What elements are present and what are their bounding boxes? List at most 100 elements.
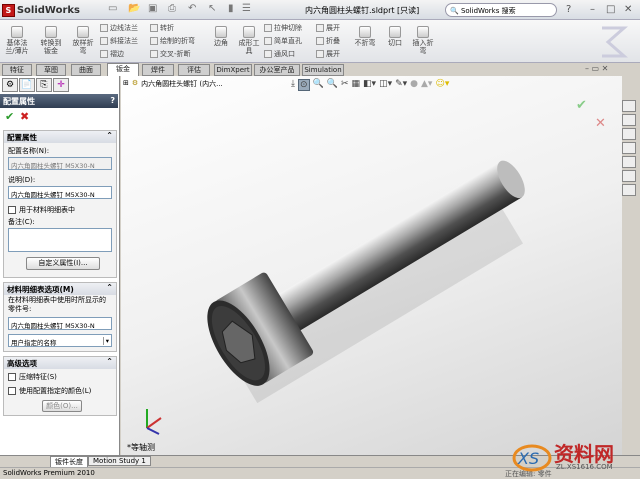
no-bends-button[interactable]: 不折弯	[352, 26, 378, 47]
graphics-area[interactable]: ⊞ ⚙ 内六角圆柱头螺钉 (内六... ⤓ ⊙ 🔍 🔍 ✂ ▦ ◧▾ ◫▾ ✎▾ ●…	[121, 76, 622, 455]
task-pane-tabs	[622, 100, 640, 200]
comment-label: 备注(C):	[8, 218, 35, 226]
miter-flange-button[interactable]: 斜接法兰	[100, 36, 138, 46]
tab-simulation[interactable]: Simulation	[302, 64, 344, 76]
insert-bends-button[interactable]: 插入折弯	[410, 26, 436, 55]
fold-button[interactable]: 折叠	[316, 36, 340, 46]
sketched-bend-button[interactable]: 绘制的折弯	[150, 36, 195, 46]
bolt-model	[207, 160, 525, 404]
help-icon[interactable]: ?	[566, 4, 571, 15]
command-manager: 基体法兰/薄片 转换到钣金 放样折弯 边线法兰 斜接法兰 褶边 转折 绘制的折弯…	[0, 20, 640, 63]
vent-button[interactable]: 通风口	[264, 49, 295, 59]
search-input[interactable]: 🔍 SolidWorks 搜索	[445, 3, 557, 17]
tab-sketch[interactable]: 草图	[36, 64, 66, 76]
rebuild-icon[interactable]: ▮	[228, 3, 234, 14]
pm-title: 配置属性	[3, 97, 35, 106]
watermark-logo: XS	[512, 444, 552, 472]
property-manager: ⚙ 📄 ⎘ ✛ 配置属性? ✔ ✖ 配置属性 ⌃ 配置名称(N): 内六角圆柱头螺…	[0, 76, 120, 455]
config-name-field[interactable]: 内六角圆柱头螺钉 M5X30-N	[8, 157, 112, 170]
close-icon[interactable]: ✕	[624, 4, 632, 15]
convert-sheetmetal-button[interactable]: 转换到钣金	[38, 26, 64, 55]
ok-check-icon[interactable]: ✔	[5, 110, 14, 123]
extruded-cut-button[interactable]: 拉伸切除	[264, 23, 302, 33]
help-icon[interactable]: ?	[110, 96, 115, 105]
config-section-header[interactable]: 配置属性 ⌃	[4, 131, 116, 143]
app-name: SolidWorks	[16, 4, 80, 16]
rip-button[interactable]: 切口	[384, 26, 406, 47]
comment-textarea[interactable]	[8, 228, 112, 252]
file-explorer-icon[interactable]	[622, 128, 636, 140]
tab-weldments[interactable]: 焊件	[142, 64, 174, 76]
new-icon[interactable]: ▭	[108, 3, 117, 14]
suppress-features-checkbox[interactable]: 压缩特征(S)	[8, 372, 57, 382]
bom-checkbox[interactable]: 用于材料明细表中	[8, 205, 75, 215]
config-name-label: 配置名称(N):	[8, 147, 50, 155]
lofted-bend-button[interactable]: 放样折弯	[70, 26, 96, 55]
tab-office-products[interactable]: 办公室产品	[254, 64, 300, 76]
save-icon[interactable]: ▣	[148, 3, 157, 14]
config-section: 配置属性 ⌃ 配置名称(N): 内六角圆柱头螺钉 M5X30-N 说明(D): 内…	[3, 130, 117, 278]
configuration-manager-tab-icon[interactable]: ⎘	[36, 78, 52, 92]
custom-properties-icon[interactable]	[622, 184, 636, 196]
cross-break-button[interactable]: 交叉-折断	[150, 49, 191, 59]
dimxpert-tab-icon[interactable]: ✛	[53, 78, 69, 92]
appearances-icon[interactable]	[622, 170, 636, 182]
flatten-button[interactable]: 展开	[316, 49, 340, 59]
tab-surfaces[interactable]: 曲面	[71, 64, 101, 76]
solidworks-logo[interactable]: S SolidWorks	[2, 2, 80, 18]
tab-evaluate[interactable]: 评估	[178, 64, 210, 76]
color-button[interactable]: 颜色(O)...	[42, 400, 82, 412]
watermark-url: ZL.XS1616.COM	[556, 463, 613, 471]
hem-button[interactable]: 褶边	[100, 49, 124, 59]
title-bar: S SolidWorks ▭ 📂 ▣ ⎙ ↶ ↖ ▮ ☰ 内六角圆柱头螺钉.sld…	[0, 0, 640, 20]
pm-header: 配置属性?	[0, 94, 118, 108]
description-field[interactable]: 内六角圆柱头螺钉 M5X30-N	[8, 186, 112, 199]
bom-part-number-field[interactable]: 内六角圆柱头螺钉 M5X30-N	[8, 317, 112, 330]
triad-axes-icon	[146, 409, 162, 435]
feature-tree-tab-icon[interactable]: ⚙	[2, 78, 18, 92]
maximize-icon[interactable]: □	[606, 4, 615, 15]
search-results-icon[interactable]	[622, 142, 636, 154]
edge-flange-button[interactable]: 边线法兰	[100, 23, 138, 33]
cancel-x-icon[interactable]: ✖	[20, 110, 29, 123]
command-tabs: 特征 草图 曲面 钣金 焊件 评估 DimXpert 办公室产品 Simulat…	[0, 63, 640, 76]
watermark: XS 资料网 ZL.XS1616.COM	[512, 438, 632, 476]
undo-icon[interactable]: ↶	[188, 3, 196, 14]
property-manager-tab-icon[interactable]: 📄	[19, 78, 35, 92]
bom-part-number-label: 在材料明细表中使用时所显示的零件号:	[8, 296, 106, 313]
advanced-section: 高级选项 ⌃ 压缩特征(S) 使用配置指定的颜色(L) 颜色(O)...	[3, 356, 117, 416]
jog-button[interactable]: 转折	[150, 23, 174, 33]
ds-logo	[602, 26, 628, 58]
design-library-icon[interactable]	[622, 114, 636, 126]
panel-tabs: ⚙ 📄 ⎘ ✛	[2, 78, 69, 92]
view-orientation-label: *等轴测	[127, 443, 155, 452]
corners-button[interactable]: 边角	[210, 26, 232, 47]
custom-properties-button[interactable]: 自定义属性(I)...	[26, 257, 100, 270]
unfold-button[interactable]: 展开	[316, 23, 340, 33]
tab-features[interactable]: 特征	[2, 64, 32, 76]
tab-dimxpert[interactable]: DimXpert	[214, 64, 252, 76]
tab-motion-study[interactable]: Motion Study 1	[88, 456, 151, 466]
description-label: 说明(D):	[8, 176, 36, 184]
svg-text:XS: XS	[517, 449, 539, 468]
minimize-icon[interactable]: –	[590, 4, 595, 15]
select-icon[interactable]: ↖	[208, 3, 216, 14]
bom-section-header[interactable]: 材料明细表选项(M) ⌃	[4, 283, 116, 295]
base-flange-button[interactable]: 基体法兰/薄片	[4, 26, 30, 55]
options-icon[interactable]: ☰	[242, 3, 251, 14]
doc-window-controls[interactable]: – ▭ ✕	[585, 64, 608, 73]
advanced-section-header[interactable]: 高级选项 ⌃	[4, 357, 116, 369]
bom-name-dropdown[interactable]: 用户指定的名称 ▾	[8, 334, 112, 347]
view-palette-icon[interactable]	[622, 156, 636, 168]
tab-sheetmetal[interactable]: 钣金	[107, 63, 139, 76]
search-placeholder: SolidWorks 搜索	[460, 7, 516, 15]
bom-section: 材料明细表选项(M) ⌃ 在材料明细表中使用时所显示的零件号: 内六角圆柱头螺钉 …	[3, 282, 117, 352]
forming-tool-button[interactable]: 成形工具	[236, 26, 262, 55]
open-icon[interactable]: 📂	[128, 3, 140, 14]
simple-hole-button[interactable]: 简单直孔	[264, 36, 302, 46]
resources-icon[interactable]	[622, 100, 636, 112]
use-config-color-checkbox[interactable]: 使用配置指定的颜色(L)	[8, 386, 91, 396]
status-text: SolidWorks Premium 2010	[3, 469, 95, 477]
print-icon[interactable]: ⎙	[168, 3, 176, 14]
document-title: 内六角圆柱头螺钉.sldprt [只读]	[305, 6, 420, 15]
